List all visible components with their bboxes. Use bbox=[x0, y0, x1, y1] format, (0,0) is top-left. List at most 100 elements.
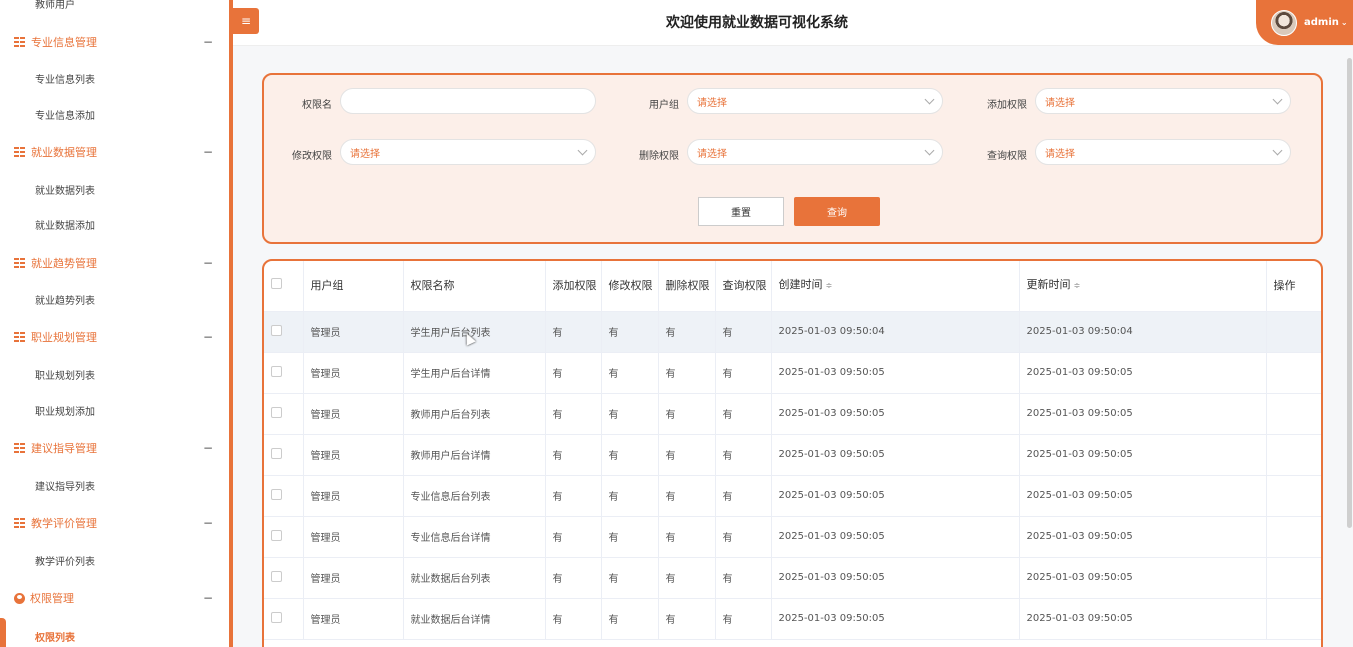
cell-edit: 有 bbox=[601, 434, 659, 476]
sidebar-group-label: 权限管理 bbox=[30, 592, 74, 605]
sidebar-item[interactable]: 就业趋势列表 bbox=[0, 289, 229, 309]
sidebar-item[interactable]: 职业规划添加 bbox=[0, 400, 229, 420]
col-updated-label: 更新时间 bbox=[1026, 278, 1071, 292]
collapse-icon: − bbox=[202, 330, 213, 344]
row-checkbox[interactable] bbox=[271, 611, 282, 623]
cell-created: 2025-01-03 09:50:05 bbox=[771, 516, 1020, 558]
sidebar-group[interactable]: 教学评价管理 − bbox=[0, 513, 229, 533]
add-perm-select[interactable]: 请选择 bbox=[1035, 88, 1291, 114]
perm-name-input[interactable] bbox=[340, 88, 596, 114]
cell-query: 有 bbox=[715, 598, 772, 640]
sidebar-item-label: 职业规划列表 bbox=[35, 370, 95, 382]
delete-perm-select[interactable]: 请选择 bbox=[687, 139, 943, 165]
reset-button[interactable]: 重置 bbox=[698, 197, 784, 226]
cell-query: 有 bbox=[715, 516, 772, 558]
cell-group: 管理员 bbox=[303, 516, 404, 558]
sidebar-item[interactable]: 教学评价列表 bbox=[0, 550, 229, 570]
row-checkbox[interactable] bbox=[271, 447, 282, 459]
sidebar-item-label: 职业规划添加 bbox=[35, 406, 95, 418]
table-row[interactable]: 管理员 教师用户后台列表有有有有 2025-01-03 09:50:05 2025-0… bbox=[264, 393, 1321, 435]
cell-add: 有 bbox=[545, 516, 602, 558]
search-panel: 权限名 用户组 请选择 添加权限 请选择 修改权限 请选择 删除权限 请选择 查… bbox=[262, 73, 1323, 244]
user-group-select[interactable]: 请选择 bbox=[687, 88, 943, 114]
cell-created: 2025-01-03 09:50:05 bbox=[771, 598, 1020, 640]
sidebar-item[interactable]: 就业数据添加 bbox=[0, 214, 229, 234]
select-placeholder: 请选择 bbox=[1045, 148, 1075, 160]
cell-edit: 有 bbox=[601, 475, 659, 517]
table-row[interactable]: 管理员 就业数据后台详情有有有有 2025-01-03 09:50:05 2025-0… bbox=[264, 598, 1321, 640]
col-updated[interactable]: 更新时间 ≑ bbox=[1019, 261, 1267, 312]
cell-group: 管理员 bbox=[303, 475, 404, 517]
grid-list-icon bbox=[14, 443, 26, 453]
delete-perm-label: 删除权限 bbox=[639, 151, 679, 162]
sort-icon[interactable]: ≑ bbox=[826, 281, 833, 290]
cell-group: 管理员 bbox=[303, 352, 404, 394]
perm-name-label: 权限名 bbox=[302, 100, 332, 111]
query-perm-select[interactable]: 请选择 bbox=[1035, 139, 1291, 165]
sidebar-item[interactable]: 建议指导列表 bbox=[0, 475, 229, 495]
col-add: 添加权限 bbox=[545, 261, 602, 312]
cell-query: 有 bbox=[715, 557, 772, 599]
user-menu[interactable]: admin ⌄ bbox=[1256, 0, 1353, 45]
query-button[interactable]: 查询 bbox=[794, 197, 880, 226]
sidebar-group-label: 就业趋势管理 bbox=[31, 257, 97, 270]
sidebar-group[interactable]: 职业规划管理 − bbox=[0, 327, 229, 347]
sidebar-group[interactable]: 就业趋势管理 − bbox=[0, 253, 229, 273]
select-all-checkbox[interactable] bbox=[271, 278, 282, 290]
sidebar-group[interactable]: 建议指导管理 − bbox=[0, 438, 229, 458]
cell-del: 有 bbox=[658, 557, 716, 599]
table-row[interactable]: 管理员 专业信息后台详情有有有有 2025-01-03 09:50:05 2025-0… bbox=[264, 516, 1321, 558]
cell-add: 有 bbox=[545, 557, 602, 599]
row-checkbox[interactable] bbox=[271, 365, 282, 377]
cell-add: 有 bbox=[545, 475, 602, 517]
chevron-down-icon bbox=[924, 145, 935, 156]
page-scrollbar[interactable] bbox=[1347, 58, 1352, 528]
cell-edit: 有 bbox=[601, 352, 659, 394]
edit-perm-label: 修改权限 bbox=[292, 151, 332, 162]
cell-operations bbox=[1266, 598, 1321, 640]
sidebar-item-active[interactable]: 权限列表 bbox=[0, 626, 229, 646]
cell-name: 专业信息后台详情 bbox=[403, 516, 546, 558]
row-checkbox[interactable] bbox=[271, 570, 282, 582]
sidebar-item[interactable]: 专业信息列表 bbox=[0, 68, 229, 88]
collapse-icon: − bbox=[202, 35, 213, 49]
cell-updated: 2025-01-03 09:50:05 bbox=[1019, 393, 1267, 435]
cell-del: 有 bbox=[658, 311, 716, 353]
sidebar-group[interactable]: 专业信息管理 − bbox=[0, 32, 229, 52]
sidebar-item[interactable]: 专业信息添加 bbox=[0, 104, 229, 124]
row-checkbox[interactable] bbox=[271, 529, 282, 541]
user-circle-icon bbox=[14, 592, 25, 604]
sidebar-group-label: 教学评价管理 bbox=[31, 517, 97, 530]
sidebar-group-label: 建议指导管理 bbox=[31, 442, 97, 455]
grid-list-icon bbox=[14, 332, 26, 342]
table-row[interactable]: 管理员 学生用户后台列表有有有有 2025-01-03 09:50:04 2025-0… bbox=[264, 311, 1321, 353]
sort-icon[interactable]: ≑ bbox=[1074, 281, 1081, 290]
cell-add: 有 bbox=[545, 598, 602, 640]
table-row[interactable]: 管理员 学生用户后台详情有有有有 2025-01-03 09:50:05 2025-0… bbox=[264, 352, 1321, 394]
table-row[interactable]: 管理员 专业信息后台列表有有有有 2025-01-03 09:50:05 2025-0… bbox=[264, 475, 1321, 517]
row-checkbox[interactable] bbox=[271, 324, 282, 336]
cell-updated: 2025-01-03 09:50:05 bbox=[1019, 598, 1267, 640]
cell-updated: 2025-01-03 09:50:05 bbox=[1019, 434, 1267, 476]
avatar bbox=[1271, 9, 1297, 36]
sidebar-group[interactable]: 权限管理 − bbox=[0, 588, 229, 608]
sidebar-item[interactable]: 教师用户 bbox=[0, 0, 229, 13]
edit-perm-select[interactable]: 请选择 bbox=[340, 139, 596, 165]
cell-group: 管理员 bbox=[303, 434, 404, 476]
cell-group: 管理员 bbox=[303, 557, 404, 599]
row-checkbox[interactable] bbox=[271, 488, 282, 500]
cell-name: 学生用户后台详情 bbox=[403, 352, 546, 394]
cell-query: 有 bbox=[715, 311, 772, 353]
sidebar-item[interactable]: 就业数据列表 bbox=[0, 179, 229, 199]
table-row[interactable]: 管理员 就业数据后台列表有有有有 2025-01-03 09:50:05 2025-0… bbox=[264, 557, 1321, 599]
table-row[interactable]: 管理员 教师用户后台详情有有有有 2025-01-03 09:50:05 2025-0… bbox=[264, 434, 1321, 476]
cell-operations bbox=[1266, 516, 1321, 558]
cell-edit: 有 bbox=[601, 557, 659, 599]
cell-updated: 2025-01-03 09:50:05 bbox=[1019, 475, 1267, 517]
sidebar-item[interactable]: 职业规划列表 bbox=[0, 364, 229, 384]
sidebar-group[interactable]: 就业数据管理 − bbox=[0, 142, 229, 162]
chevron-down-icon bbox=[1272, 94, 1283, 105]
col-created[interactable]: 创建时间 ≑ bbox=[771, 261, 1020, 312]
chevron-down-icon bbox=[1272, 145, 1283, 156]
row-checkbox[interactable] bbox=[271, 406, 282, 418]
